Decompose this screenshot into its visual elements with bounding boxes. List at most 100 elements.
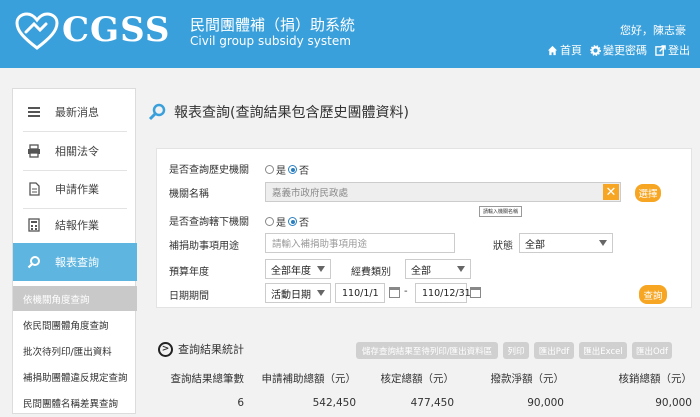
calculator-icon xyxy=(28,218,40,232)
chevron-down-icon xyxy=(317,290,325,296)
date-from-input[interactable]: 110/1/1 xyxy=(335,283,385,303)
home-link[interactable]: 首頁 xyxy=(547,42,582,58)
cell-disbursed-net: 90,000 xyxy=(527,397,564,409)
sidebar: 最新消息 相關法令 申請作業 結報作業 報表查詢 依機關角度查詢 依民間團體角度… xyxy=(12,88,137,415)
chevron-down-icon xyxy=(317,266,325,272)
yes-label: 是 xyxy=(276,166,286,177)
status-select[interactable]: 全部 xyxy=(519,233,613,253)
subitem-group-query[interactable]: 依民間團體角度查詢 xyxy=(13,312,137,337)
home-link-label: 首頁 xyxy=(560,44,582,57)
purpose-label: 補捐助事項用途 xyxy=(169,241,239,252)
system-name-en: Civil group subsidy system xyxy=(190,34,351,48)
subitem-batch-print[interactable]: 批次待列印/匯出資料 xyxy=(13,338,137,363)
expense-type-label: 經費類別 xyxy=(351,267,391,278)
calendar-icon[interactable] xyxy=(389,287,400,298)
sub-agency-radio-group: 是 否 xyxy=(265,214,309,229)
no-label: 否 xyxy=(299,166,309,177)
system-name-cn: 民間團體補（捐）助系統 xyxy=(190,16,356,34)
history-yes-radio[interactable] xyxy=(265,165,274,174)
results-title-text: 查詢結果統計 xyxy=(178,343,244,356)
date-range-label: 日期期間 xyxy=(169,291,209,302)
column-header: 撥款淨額（元） xyxy=(490,373,565,385)
list-icon xyxy=(28,107,40,117)
gear-icon xyxy=(590,44,601,56)
query-form-panel: 是否查詢歷史機關 是 否 機關名稱 嘉義市政府民政處 ✕ 選擇 請輸入機關名稱 … xyxy=(156,148,692,308)
cell-applied-total: 542,450 xyxy=(312,397,356,409)
sub-agency-label: 是否查詢轄下機關 xyxy=(169,217,249,228)
status-value: 全部 xyxy=(525,239,545,251)
sidebar-item-label: 報表查詢 xyxy=(55,256,99,269)
budget-year-select[interactable]: 全部年度 xyxy=(265,259,331,279)
agency-name-label: 機關名稱 xyxy=(169,189,209,200)
purpose-input[interactable]: 請輸入補捐助事項用途 xyxy=(265,233,455,253)
agency-name-input[interactable]: 嘉義市政府民政處 xyxy=(265,182,621,202)
logout-icon xyxy=(655,44,666,56)
history-radio-group: 是 否 xyxy=(265,162,309,177)
query-button[interactable]: 查詢 xyxy=(639,285,667,304)
results-title: > 查詢結果統計 xyxy=(158,341,244,357)
sidebar-item-label: 最新消息 xyxy=(55,106,99,119)
sidebar-item-report[interactable]: 結報作業 xyxy=(13,206,137,244)
sidebar-item-label: 申請作業 xyxy=(55,183,99,196)
change-password-link[interactable]: 變更密碼 xyxy=(590,42,647,58)
printer-icon xyxy=(28,144,40,158)
header: CGSS 民間團體補（捐）助系統 Civil group subsidy sys… xyxy=(0,0,700,68)
logout-link[interactable]: 登出 xyxy=(655,42,690,58)
sub-yes-radio[interactable] xyxy=(265,217,274,226)
sidebar-item-news[interactable]: 最新消息 xyxy=(13,93,137,131)
logo-text: CGSS xyxy=(62,10,171,50)
date-separator: - xyxy=(404,286,408,297)
cell-count: 6 xyxy=(237,397,244,409)
date-to-input[interactable]: 110/12/31 xyxy=(415,283,471,303)
column-header: 核定總額（元） xyxy=(380,373,455,385)
main-content: 報表查詢(查詢結果包含歷史團體資料) 是否查詢歷史機關 是 否 機關名稱 嘉義市… xyxy=(148,88,700,414)
date-type-value: 活動日期 xyxy=(271,289,311,301)
search-icon xyxy=(148,103,166,121)
sidebar-item-application[interactable]: 申請作業 xyxy=(13,170,137,208)
select-agency-button[interactable]: 選擇 xyxy=(635,184,661,202)
print-button[interactable]: 列印 xyxy=(503,342,529,359)
sub-no-radio[interactable] xyxy=(288,217,297,226)
chevron-down-icon xyxy=(457,266,465,272)
budget-year-label: 預算年度 xyxy=(169,267,209,278)
table-row: 6 542,450 477,450 90,000 90,000 xyxy=(156,397,700,417)
calendar-icon[interactable] xyxy=(470,287,481,298)
subitem-agency-query[interactable]: 依機關角度查詢 xyxy=(13,286,137,311)
subitem-violation-query[interactable]: 補捐助團體違反規定查詢 xyxy=(13,364,137,389)
tooltip: 請輸入機關名稱 xyxy=(479,206,523,217)
logo-hands-icon xyxy=(15,12,59,50)
expense-type-value: 全部 xyxy=(411,265,431,277)
status-label: 狀態 xyxy=(493,241,513,252)
sidebar-item-label: 結報作業 xyxy=(55,219,99,232)
history-agency-label: 是否查詢歷史機關 xyxy=(169,165,249,176)
date-type-select[interactable]: 活動日期 xyxy=(265,283,331,303)
history-no-radio[interactable] xyxy=(288,165,297,174)
subitem-name-diff-query[interactable]: 民間團體名稱差異查詢 xyxy=(13,390,137,415)
page-title-text: 報表查詢(查詢結果包含歷史團體資料) xyxy=(174,105,409,121)
results-table-header: 查詢結果總筆數 申請補助總額（元） 核定總額（元） 撥款淨額（元） 核銷總額（元… xyxy=(156,371,700,391)
expense-type-select[interactable]: 全部 xyxy=(405,259,471,279)
document-icon xyxy=(29,182,40,196)
logout-label: 登出 xyxy=(668,44,690,57)
export-odf-button[interactable]: 匯出Odf xyxy=(632,342,672,359)
page-title: 報表查詢(查詢結果包含歷史團體資料) xyxy=(148,102,409,122)
user-greeting: 您好，陳志豪 xyxy=(620,24,686,37)
cell-approved-total: 477,450 xyxy=(410,397,454,409)
change-password-label: 變更密碼 xyxy=(603,44,647,57)
yes-label: 是 xyxy=(276,218,286,229)
export-excel-button[interactable]: 匯出Excel xyxy=(579,342,627,359)
home-icon xyxy=(547,45,558,55)
clear-agency-button[interactable]: ✕ xyxy=(603,184,619,200)
sidebar-item-report-query[interactable]: 報表查詢 xyxy=(13,243,137,281)
close-icon: ✕ xyxy=(605,184,617,200)
cell-writeoff-total: 90,000 xyxy=(655,397,692,409)
arrow-right-circle-icon: > xyxy=(158,341,173,357)
search-icon xyxy=(27,256,40,269)
column-header: 查詢結果總筆數 xyxy=(170,373,245,385)
sidebar-item-label: 相關法令 xyxy=(55,145,99,158)
column-header: 核銷總額（元） xyxy=(618,373,693,385)
sidebar-item-regulations[interactable]: 相關法令 xyxy=(13,132,137,170)
save-to-batch-button[interactable]: 儲存查詢結果至待列印/匯出資料區 xyxy=(356,342,498,359)
budget-year-value: 全部年度 xyxy=(271,265,311,277)
export-pdf-button[interactable]: 匯出Pdf xyxy=(534,342,574,359)
